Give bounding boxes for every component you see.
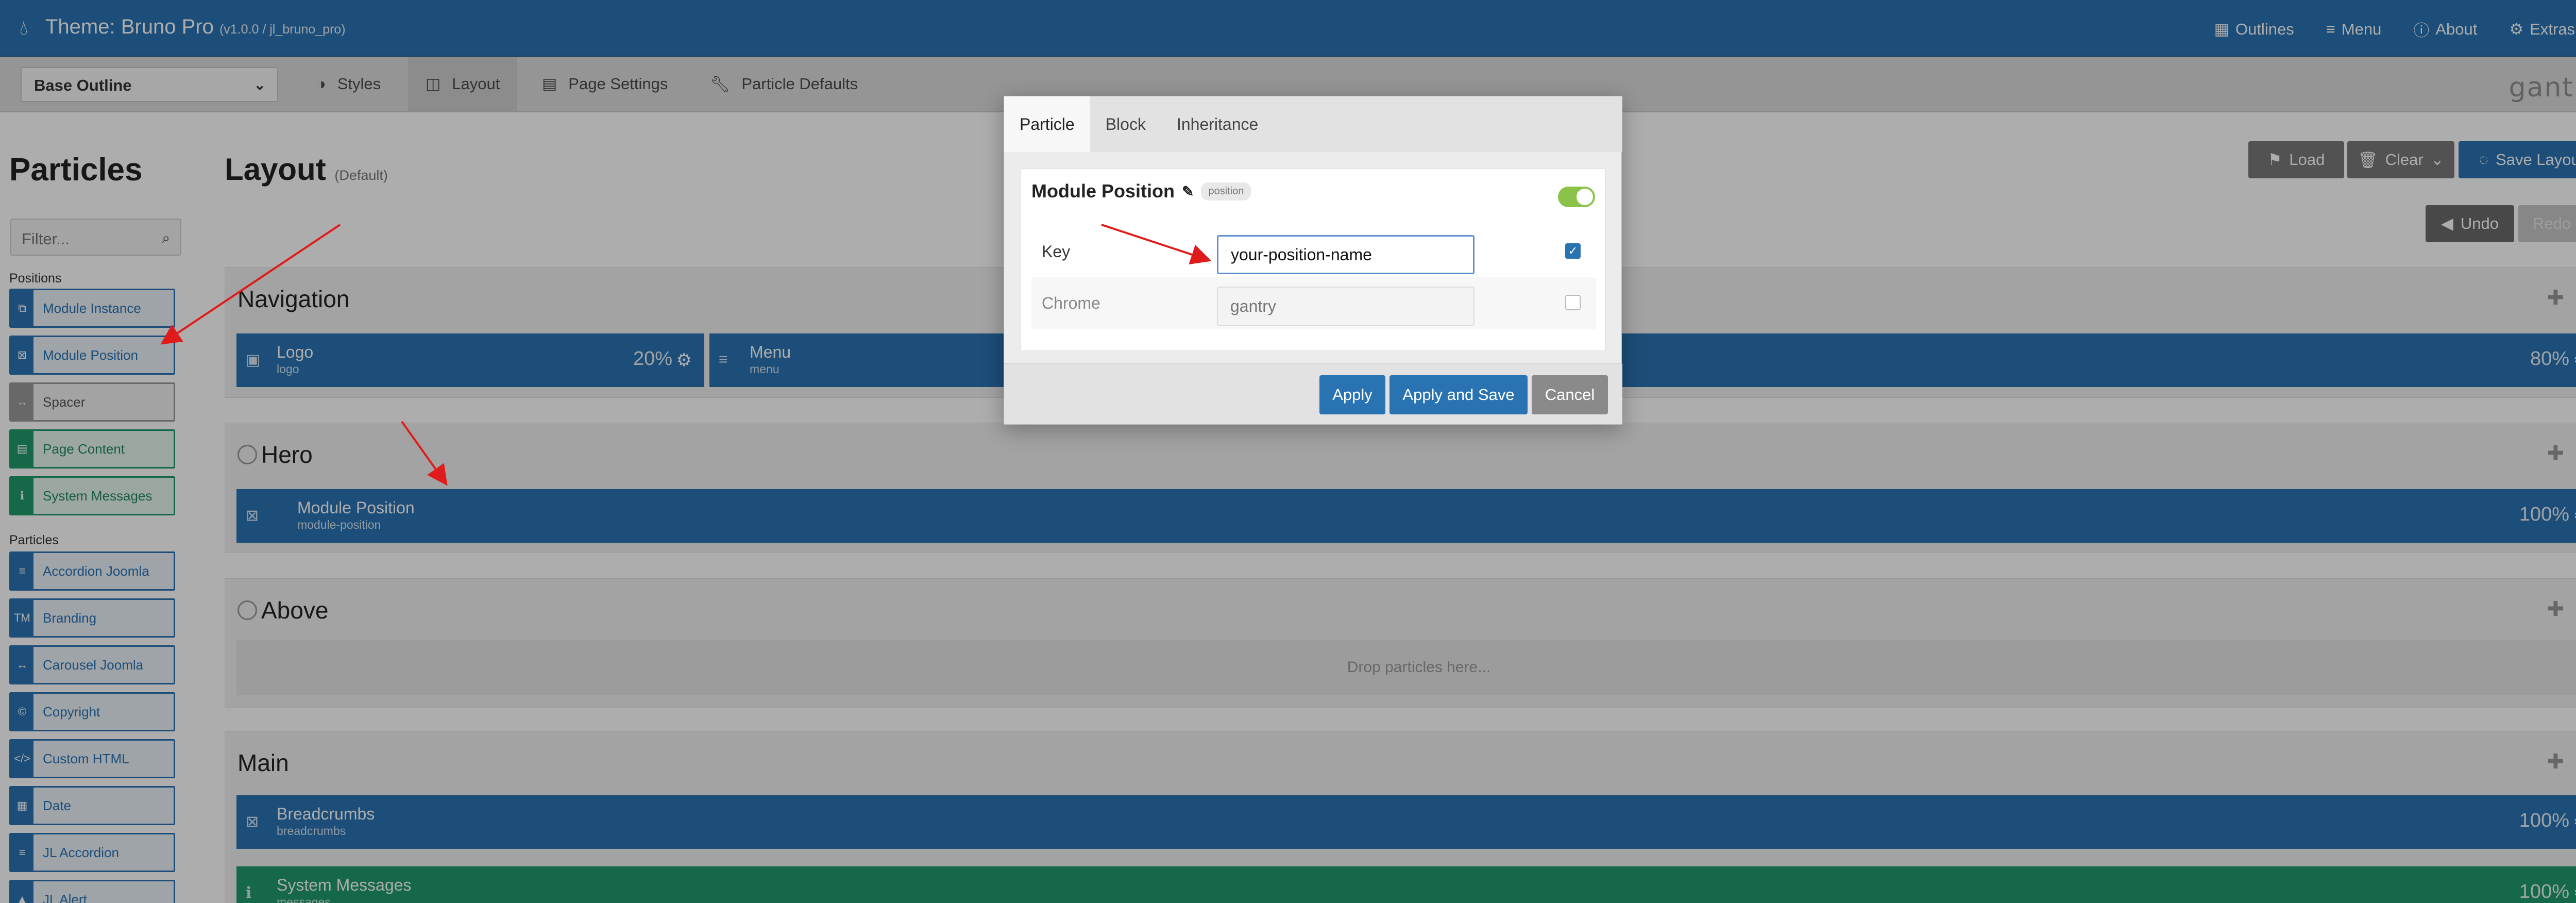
cancel-button[interactable]: Cancel <box>1532 375 1608 414</box>
modal-card: Module Position ✎ position Key ✓ Chrome <box>1021 169 1606 351</box>
modal-heading: Module Position ✎ position <box>1031 180 1251 202</box>
chrome-input[interactable] <box>1217 287 1475 326</box>
modal-tabs: Particle Block Inheritance <box>1004 96 1622 152</box>
modal-tab-inheritance[interactable]: Inheritance <box>1161 96 1274 152</box>
enabled-toggle[interactable] <box>1558 187 1595 207</box>
modal-tab-block[interactable]: Block <box>1090 96 1161 152</box>
modal-heading-text: Module Position <box>1031 180 1175 202</box>
particle-type-tag: position <box>1201 182 1251 200</box>
apply-and-save-button[interactable]: Apply and Save <box>1389 375 1528 414</box>
key-label: Key <box>1042 242 1071 261</box>
apply-button[interactable]: Apply <box>1319 375 1385 414</box>
chrome-override-checkbox[interactable] <box>1565 295 1581 310</box>
pencil-icon[interactable]: ✎ <box>1182 183 1194 200</box>
modal-tab-particle[interactable]: Particle <box>1004 96 1090 152</box>
modal-footer: Apply Apply and Save Cancel <box>1004 363 1622 424</box>
key-input[interactable] <box>1217 235 1475 274</box>
key-override-checkbox[interactable]: ✓ <box>1565 243 1581 259</box>
chrome-field-row: Chrome <box>1031 277 1596 329</box>
particle-settings-modal: Particle Block Inheritance Module Positi… <box>1004 96 1622 425</box>
chrome-label: Chrome <box>1042 294 1100 312</box>
key-field-row: Key ✓ <box>1031 226 1596 277</box>
